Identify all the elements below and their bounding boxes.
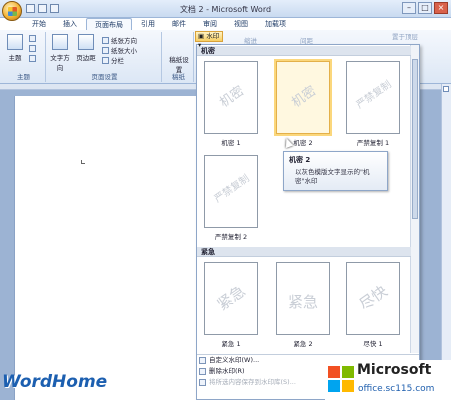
watermark-preview: 机密 [276,61,330,134]
draft-group: 稿纸设置 稿纸 [164,32,194,82]
watermark-preview: 机密 [204,61,258,134]
theme-colors-button[interactable] [29,35,38,44]
watermark-option-selected[interactable]: 机密 机密 2 [273,58,333,148]
watermark-option-label: 紧急 2 [293,340,313,348]
watermark-option-label: 紧急 1 [221,340,241,348]
columns-label: 分栏 [111,57,124,65]
tooltip-title: 机密 2 [289,156,311,164]
document-page[interactable] [14,96,198,400]
theme-button-label: 主题 [8,54,22,62]
minimize-button[interactable]: – [402,2,416,14]
watermark-tooltip: 机密 2 以灰色模版文字显示的"机密"水印 [283,151,388,191]
page-setup-group: 文字方向 页边距 纸张方向 纸张大小 分栏 页面设置 [48,32,162,82]
section-header-urgent: 紧急 [197,247,411,257]
size-icon [102,47,109,54]
watermark-option-label: 机密 2 [293,139,313,147]
close-button[interactable]: × [434,2,448,14]
theme-button[interactable]: 主题 [5,34,25,62]
watermark-text: 机密 [289,83,320,111]
watermark-button[interactable]: ▣ 水印 ▾ [195,31,223,49]
draft-group-label: 稿纸 [172,73,185,81]
fonts-icon [29,45,36,52]
title-bar: 文档 2 - Microsoft Word – □ × [0,0,451,21]
effects-icon [29,55,36,62]
watermark-preview: 严禁复制 [204,155,258,228]
watermark-option[interactable]: 尽快 尽快 1 [343,259,403,349]
watermark-option[interactable]: 紧急 紧急 1 [201,259,261,349]
watermark-option[interactable]: 机密 机密 1 [201,58,261,148]
colors-icon [29,35,36,42]
margins-icon [78,34,94,50]
office-logo-icon [8,7,17,16]
watermark-preview: 紧急 [204,262,258,335]
section-header-confidential: 机密 [197,46,411,56]
paragraph-mark [81,160,85,164]
microsoft-office-logo: Microsoft office.sc115.com [325,360,451,400]
theme-icon [7,34,23,50]
watermark-gallery: 机密 机密 机密 1 机密 机密 2 严禁复制 严禁复制 1 严禁复制 严禁复制… [196,44,420,400]
size-label: 纸张大小 [111,47,137,55]
orientation-icon [102,37,109,44]
margins-label: 页边距 [76,54,96,62]
watermark-option-label: 尽快 1 [363,340,383,348]
ruler-toggle-icon[interactable] [443,86,449,92]
watermark-preview: 紧急 [276,262,330,335]
office-button[interactable] [2,1,22,21]
watermark-option[interactable]: 紧急 紧急 2 [273,259,333,349]
text-direction-icon [52,34,68,50]
watermark-text: 严禁复制 [212,173,252,206]
watermark-text: 紧急 [287,293,318,311]
watermark-option-label: 严禁复制 1 [356,139,390,147]
remove-watermark-label: 删除水印(R) [209,367,245,375]
watermark-option-label: 机密 1 [221,139,241,147]
window-title: 文档 2 - Microsoft Word [179,5,272,14]
wordhome-logo: WordHome [2,372,108,392]
theme-group: 主题 主题 [2,32,46,82]
bring-to-front-label: 置于顶层 [392,33,418,41]
maximize-button[interactable]: □ [418,2,432,14]
columns-icon [102,57,109,64]
tooltip-body: 以灰色模版文字显示的"机密"水印 [295,168,370,185]
custom-watermark-label: 自定义水印(W)... [209,356,260,364]
vertical-scrollbar[interactable] [441,84,451,384]
office-site-url: office.sc115.com [358,384,435,394]
watermark-option[interactable]: 严禁复制 严禁复制 2 [201,152,261,242]
windows-flag-icon [328,366,354,392]
orientation-label: 纸张方向 [111,37,137,45]
size-button[interactable]: 纸张大小 [102,45,137,55]
theme-fonts-button[interactable] [29,45,38,54]
text-direction-label: 文字方向 [50,54,70,72]
gallery-scrollbar[interactable] [410,45,419,353]
watermark-text: 严禁复制 [354,79,394,112]
watermark-text: 尽快 [355,281,391,314]
remove-watermark-icon [199,368,206,375]
gallery-scroll-thumb[interactable] [412,59,418,219]
watermark-text: 紧急 [213,281,249,314]
window-controls: – □ × [402,2,448,14]
microsoft-name: Microsoft [357,362,432,378]
watermark-button-label: 水印 [206,32,220,40]
watermark-option-label: 严禁复制 2 [214,233,248,241]
theme-group-label: 主题 [17,73,30,81]
page-setup-group-label: 页面设置 [91,73,118,81]
watermark-text: 机密 [217,83,248,111]
watermark-option[interactable]: 严禁复制 严禁复制 1 [343,58,403,148]
columns-button[interactable]: 分栏 [102,55,124,65]
margins-button[interactable]: 页边距 [76,34,96,62]
theme-effects-button[interactable] [29,55,38,64]
save-to-gallery-icon [199,379,206,386]
text-direction-button[interactable]: 文字方向 [50,34,70,72]
save-to-gallery-label: 将所选内容保存到水印库(S)... [209,378,296,386]
orientation-button[interactable]: 纸张方向 [102,35,137,45]
watermark-preview: 严禁复制 [346,61,400,134]
watermark-preview: 尽快 [346,262,400,335]
custom-watermark-icon [199,357,206,364]
